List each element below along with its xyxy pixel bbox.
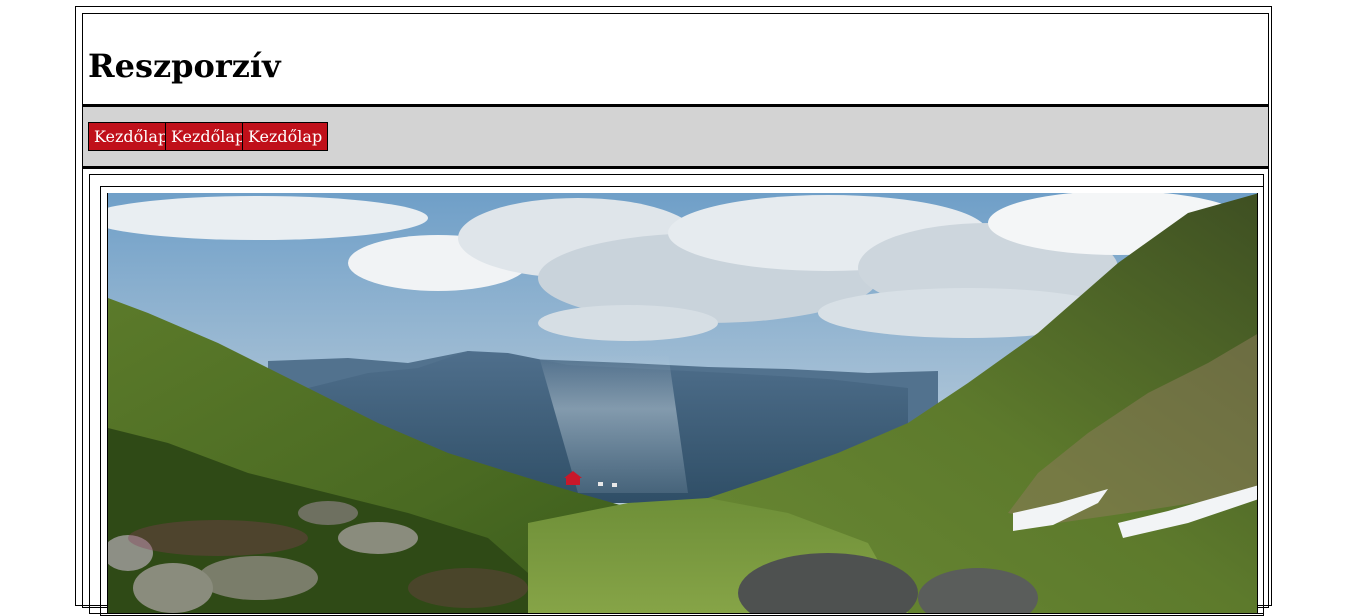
page-container: Reszporzív Kezdőlap Kezdőlap Kezdőlap <box>75 6 1272 616</box>
mountain-valley-photo <box>107 193 1258 613</box>
nav-bar: Kezdőlap Kezdőlap Kezdőlap <box>82 105 1269 168</box>
site-header: Reszporzív <box>82 13 1269 105</box>
main-content <box>82 168 1269 616</box>
nav-link-home-3[interactable]: Kezdőlap <box>242 122 329 151</box>
nav-link-home-1[interactable]: Kezdőlap <box>88 122 175 151</box>
content-frame-inner <box>100 186 1264 616</box>
page-title: Reszporzív <box>88 47 281 85</box>
content-frame-outer <box>89 174 1264 616</box>
nav-link-home-2[interactable]: Kezdőlap <box>165 122 252 151</box>
